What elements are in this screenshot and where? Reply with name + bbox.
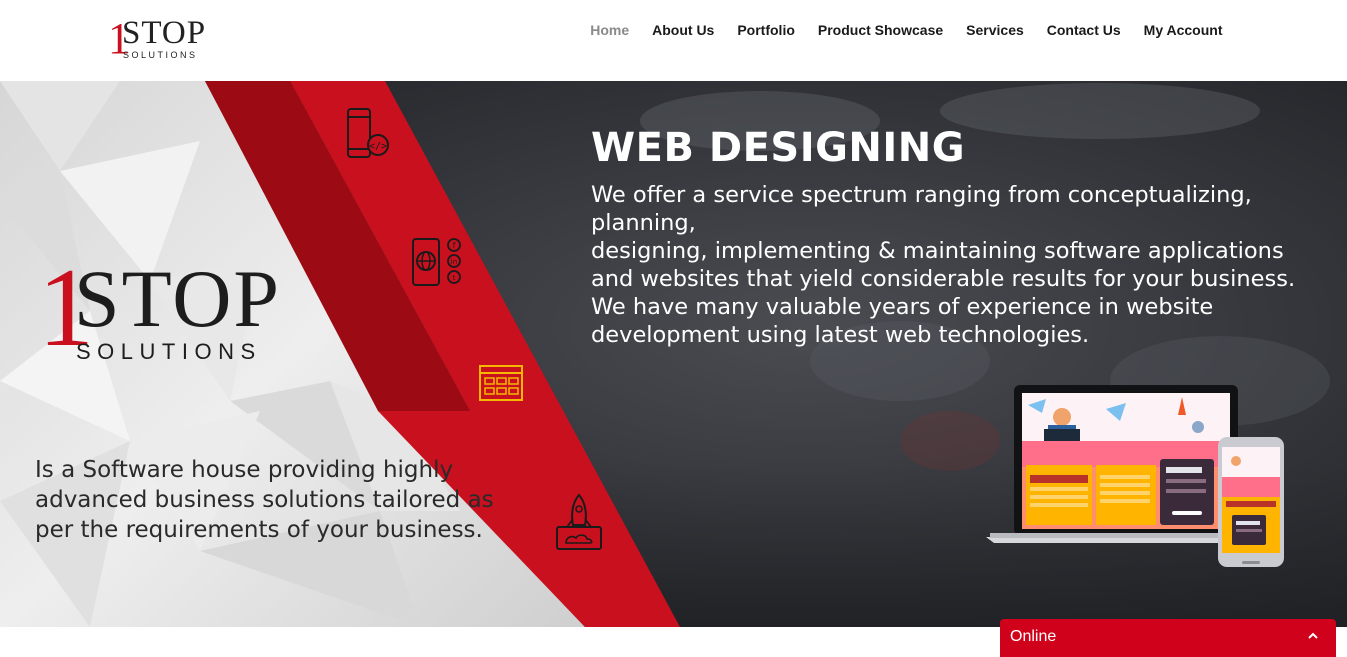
hero-description-line: and websites that yield considerable res… [591, 266, 1296, 292]
hero-logo-stop: STOP [74, 253, 282, 344]
rocket-launch-icon [556, 493, 602, 550]
web-layout-icon [479, 365, 523, 401]
hero-title: WEB DESIGNING [591, 125, 966, 171]
chevron-up-icon[interactable] [1306, 629, 1320, 643]
hero-description-line: We offer a service spectrum ranging from… [591, 182, 1252, 236]
svg-text:</>: </> [369, 141, 387, 152]
hero-description: We offer a service spectrum ranging from… [591, 181, 1311, 349]
hero-slider: 1 STOP SOLUTIONS Is a Software house pro… [0, 81, 1347, 627]
hero-description-line: designing, implementing & maintaining so… [591, 238, 1284, 264]
chat-status-label: Online [1010, 628, 1057, 645]
nav-services[interactable]: Services [955, 22, 1036, 38]
nav-product-showcase[interactable]: Product Showcase [806, 22, 954, 38]
site-logo[interactable]: 1 STOP SOLUTIONS [108, 16, 208, 62]
mobile-code-icon: </> [347, 108, 389, 158]
nav-contact-us[interactable]: Contact Us [1035, 22, 1132, 38]
svg-text:t: t [453, 274, 456, 282]
hero-logo-solutions: SOLUTIONS [76, 339, 262, 364]
logo-solutions: SOLUTIONS [123, 50, 198, 60]
hero-tagline: Is a Software house providing highly adv… [35, 457, 494, 543]
main-nav: Home About Us Portfolio Product Showcase… [579, 22, 1234, 38]
nav-about-us[interactable]: About Us [641, 22, 726, 38]
nav-home[interactable]: Home [579, 22, 641, 38]
online-chat-bar[interactable]: Online [1000, 619, 1336, 657]
hero-description-line: We have many valuable years of experienc… [591, 294, 1214, 320]
devices-illustration [986, 385, 1284, 567]
nav-my-account[interactable]: My Account [1132, 22, 1234, 38]
svg-text:in: in [451, 258, 457, 266]
social-media-icon: f in t [412, 238, 461, 286]
svg-text:f: f [453, 241, 456, 250]
site-header: 1 STOP SOLUTIONS Home About Us Portfolio… [0, 0, 1347, 81]
hero-description-line: development using latest web technologie… [591, 322, 1090, 348]
nav-portfolio[interactable]: Portfolio [726, 22, 807, 38]
logo-stop: STOP [122, 15, 207, 51]
hero-logo: 1 STOP SOLUTIONS [38, 252, 288, 367]
